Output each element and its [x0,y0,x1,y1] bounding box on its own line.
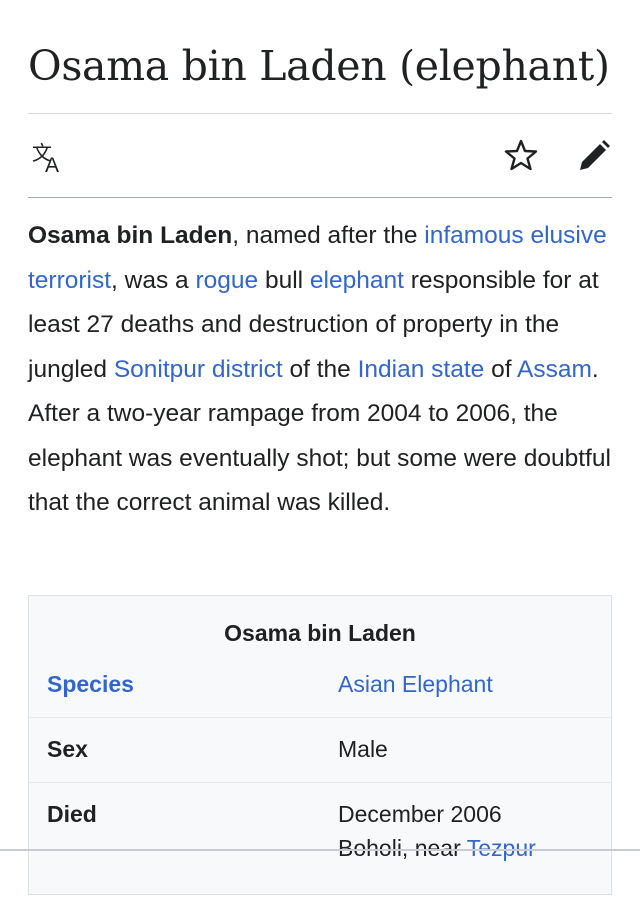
translate-icon[interactable]: 文 A [30,138,70,178]
link-elephant[interactable]: elephant [310,267,404,294]
lead-paragraph: Osama bin Laden, named after the infamou… [28,214,618,526]
died-place-text: Boholi, near [338,835,467,861]
link-infamous[interactable]: infamous [424,222,523,249]
title-divider [28,113,612,114]
lead-text: of [484,355,517,383]
pencil-icon[interactable] [576,138,612,174]
star-outline-icon[interactable] [504,138,538,172]
infobox-value-died-place: Boholi, near Tezpur [338,833,536,863]
infobox-value-sex: Male [338,736,388,762]
infobox-row-sex: Sex Male [29,717,611,782]
lead-text: , named after the [232,222,425,249]
link-rogue[interactable]: rogue [195,267,258,294]
link-sonitpur-district[interactable]: Sonitpur district [114,356,283,383]
link-assam[interactable]: Assam [517,356,592,383]
lead-text: bull [258,266,310,294]
infobox-value-species[interactable]: Asian Elephant [338,669,493,699]
svg-text:A: A [45,154,59,177]
lead-text: of the [282,355,358,383]
infobox-label-sex: Sex [47,736,88,762]
lead-text: , was a [111,266,196,294]
link-indian-state[interactable]: Indian state [358,356,485,383]
link-tezpur[interactable]: Tezpur [467,835,536,861]
toolbar-divider [28,197,612,198]
infobox-row-died: Died December 2006 Boholi, near Tezpur [29,782,611,903]
infobox-label-species[interactable]: Species [47,669,134,699]
infobox-label-died: Died [47,801,97,827]
infobox-caption: Osama bin Laden [224,620,416,646]
infobox-row-species: Species Asian Elephant [29,653,611,717]
page-toolbar: 文 A [28,136,612,180]
page-title: Osama bin Laden (elephant) [28,42,610,90]
lead-subject: Osama bin Laden [28,222,233,249]
infobox-value-died: December 2006 [338,801,502,827]
